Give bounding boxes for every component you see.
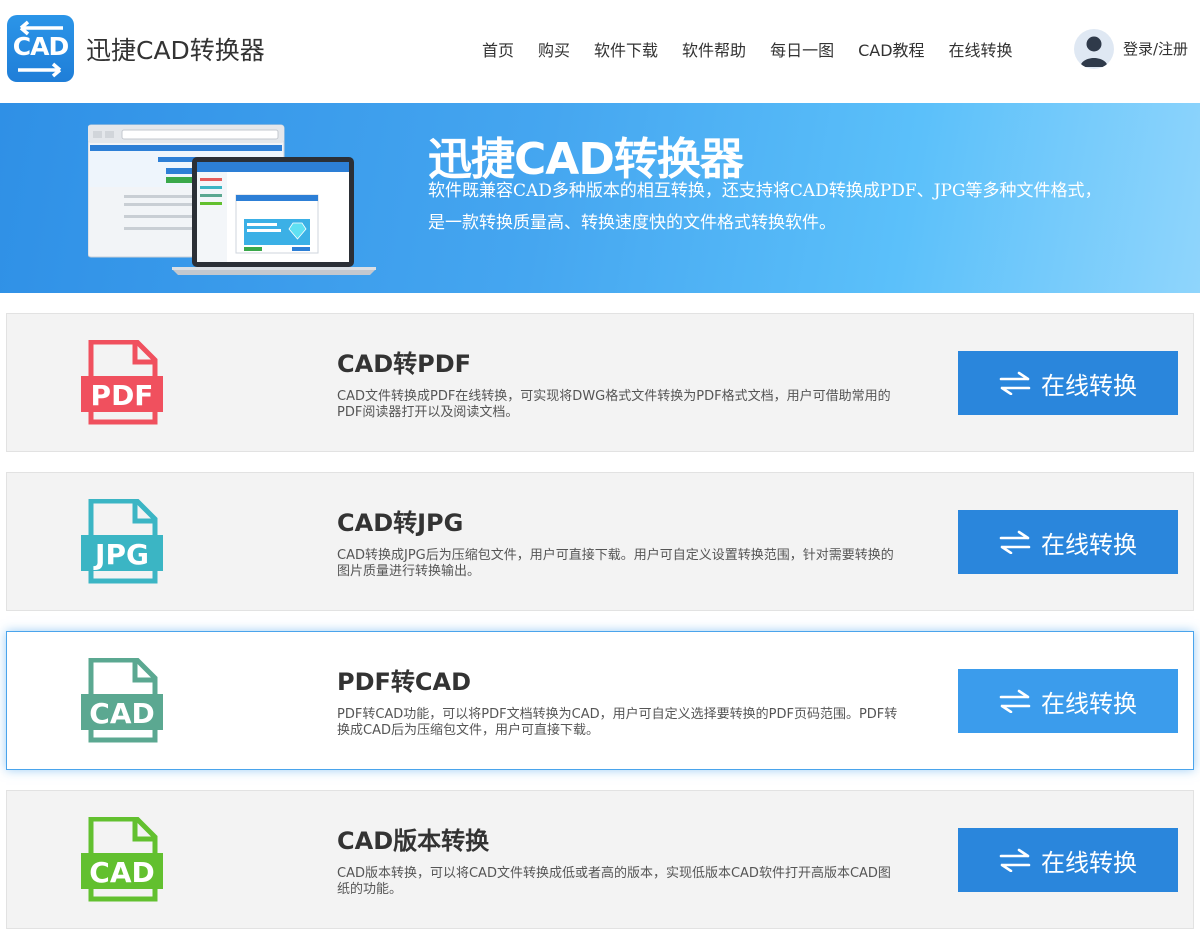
pdf-icon-label: PDF <box>91 379 154 412</box>
online-convert-button[interactable]: 在线转换 <box>958 351 1178 415</box>
pdf-file-icon: PDF <box>81 340 163 425</box>
nav-item-daily-drawing[interactable]: 每日一图 <box>770 37 834 61</box>
swap-arrows-icon <box>999 848 1031 872</box>
card-description: CAD版本转换，可以将CAD文件转换成低或者高的版本，实现低版本CAD软件打开高… <box>337 866 891 897</box>
hero-banner: 迅捷CAD转换器 软件既兼容CAD多种版本的相互转换，还支持将CAD转换成PDF… <box>0 103 1200 293</box>
card-description: PDF转CAD功能，可以将PDF文档转换为CAD，用户可自定义选择要转换的PDF… <box>337 707 898 738</box>
nav-item-help[interactable]: 软件帮助 <box>682 37 746 61</box>
card-title: CAD版本转换 <box>337 827 490 855</box>
software-screenshot-illustration <box>88 124 376 275</box>
swap-arrows-icon <box>999 371 1031 395</box>
card-title: CAD转JPG <box>337 509 464 537</box>
online-convert-label: 在线转换 <box>1041 689 1137 718</box>
swap-arrows-icon <box>999 689 1031 713</box>
jpg-icon-label: JPG <box>93 538 149 571</box>
nav-item-download[interactable]: 软件下载 <box>594 37 658 61</box>
online-convert-button[interactable]: 在线转换 <box>958 828 1178 892</box>
jpg-file-icon: JPG <box>81 499 163 584</box>
cad-icon-label: CAD <box>89 697 154 730</box>
nav-item-online-convert[interactable]: 在线转换 <box>949 37 1013 61</box>
service-card-cad-to-jpg[interactable]: JPG CAD转JPG CAD转换成JPG后为压缩包文件，用户可直接下载。用户可… <box>6 472 1194 611</box>
banner-description: 软件既兼容CAD多种版本的相互转换，还支持将CAD转换成PDF、JPG等多种文件… <box>428 181 1102 233</box>
user-avatar-icon[interactable] <box>1074 29 1114 69</box>
swap-arrows-icon <box>999 530 1031 554</box>
card-description: CAD转换成JPG后为压缩包文件，用户可直接下载。用户可自定义设置转换范围，针对… <box>337 548 894 579</box>
service-card-cad-version-convert[interactable]: CAD CAD版本转换 CAD版本转换，可以将CAD文件转换成低或者高的版本，实… <box>6 790 1194 929</box>
cad-file-icon: CAD <box>81 817 163 902</box>
card-title: PDF转CAD <box>337 668 472 696</box>
online-convert-button[interactable]: 在线转换 <box>958 510 1178 574</box>
main-nav: 首页 购买 软件下载 软件帮助 每日一图 CAD教程 在线转换 <box>470 37 1025 61</box>
cad-icon-label: CAD <box>89 856 154 889</box>
brand-name[interactable]: 迅捷CAD转换器 <box>86 31 265 67</box>
nav-item-home[interactable]: 首页 <box>482 37 514 61</box>
site-header: CAD 迅捷CAD转换器 首页 购买 软件下载 软件帮助 每日一图 CAD教程 … <box>0 0 1200 103</box>
online-convert-label: 在线转换 <box>1041 530 1137 559</box>
service-card-pdf-to-cad[interactable]: CAD PDF转CAD PDF转CAD功能，可以将PDF文档转换为CAD，用户可… <box>6 631 1194 770</box>
logo-text: CAD <box>12 32 69 61</box>
online-convert-button[interactable]: 在线转换 <box>958 669 1178 733</box>
app-logo[interactable]: CAD <box>7 15 74 82</box>
online-convert-label: 在线转换 <box>1041 848 1137 877</box>
service-card-cad-to-pdf[interactable]: PDF CAD转PDF CAD文件转换成PDF在线转换，可实现将DWG格式文件转… <box>6 313 1194 452</box>
online-convert-label: 在线转换 <box>1041 371 1137 400</box>
nav-item-buy[interactable]: 购买 <box>538 37 570 61</box>
card-title: CAD转PDF <box>337 350 472 378</box>
login-register-link[interactable]: 登录/注册 <box>1123 38 1188 59</box>
card-description: CAD文件转换成PDF在线转换，可实现将DWG格式文件转换为PDF格式文档，用户… <box>337 389 891 420</box>
nav-item-cad-tutorial[interactable]: CAD教程 <box>858 37 924 61</box>
cad-file-icon: CAD <box>81 658 163 743</box>
